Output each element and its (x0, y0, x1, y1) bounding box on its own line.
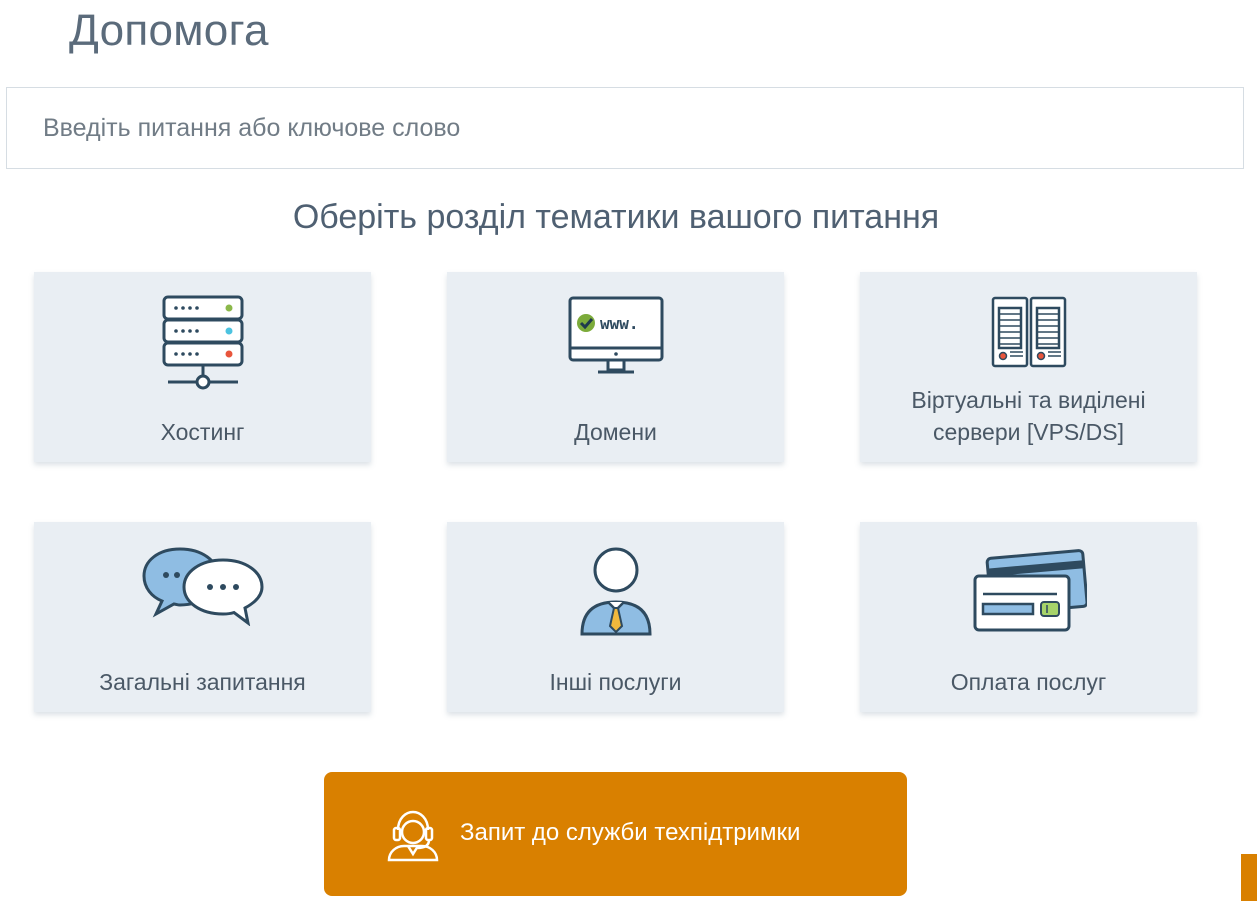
category-card-other-services[interactable]: Інші послуги (447, 522, 784, 712)
category-card-hosting[interactable]: Хостинг (34, 272, 371, 462)
category-card-vps-ds[interactable]: Віртуальні та виділені сервери [VPS/DS] (860, 272, 1197, 462)
page-title: Допомога (69, 6, 269, 55)
chat-bubbles-icon (34, 546, 371, 641)
headset-operator-icon (386, 808, 440, 867)
section-heading: Оберіть розділ тематики вашого питання (292, 198, 940, 236)
category-label: Хостинг (160, 419, 245, 445)
category-card-payment[interactable]: Оплата послуг (860, 522, 1197, 712)
category-label: Домени (574, 419, 657, 445)
support-request-button[interactable]: Запит до служби техпідтримки (324, 772, 907, 896)
category-label: Інші послуги (549, 669, 682, 695)
category-label: Віртуальні та виділені сервери [VPS/DS] (911, 387, 1146, 445)
category-label: Оплата послуг (950, 669, 1107, 695)
dedicated-servers-icon (860, 296, 1197, 391)
search-box[interactable] (6, 87, 1244, 169)
credit-cards-icon (860, 546, 1197, 641)
support-request-label: Запит до служби техпідтримки (460, 819, 801, 846)
category-card-domains[interactable]: www. Домени (447, 272, 784, 462)
person-tie-icon (447, 546, 784, 641)
monitor-www-icon: www. (447, 294, 784, 389)
category-label: Загальні запитання (99, 669, 306, 695)
search-input[interactable] (7, 88, 1243, 168)
category-card-general-questions[interactable]: Загальні запитання (34, 522, 371, 712)
side-feedback-tab[interactable] (1241, 854, 1257, 901)
server-rack-icon (34, 294, 371, 390)
www-text: www. (600, 314, 639, 333)
